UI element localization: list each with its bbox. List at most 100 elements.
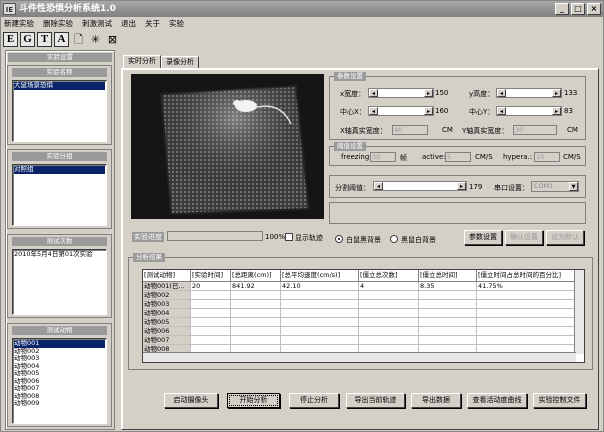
- table-cell: [191, 300, 231, 309]
- chevron-down-icon[interactable]: ▼: [569, 182, 578, 191]
- table-cell: [231, 291, 281, 300]
- test-animals-list[interactable]: 动物001 动物002 动物003 动物004 动物005 动物006 动物00…: [12, 338, 107, 424]
- export-data-button[interactable]: 导出数据: [411, 393, 461, 408]
- arena-video-image: [131, 74, 324, 219]
- segment-slider[interactable]: ◂ ▸: [373, 181, 467, 191]
- white-rat-black-bg-radio[interactable]: [335, 235, 343, 243]
- list-item[interactable]: 对照组: [14, 165, 105, 174]
- port-select[interactable]: COM1 ▼: [531, 181, 579, 192]
- column-header[interactable]: [僵立时间占总时间的百分比]: [477, 270, 576, 282]
- test-times-title: 测试次数: [12, 237, 107, 246]
- table-row[interactable]: 动物004: [143, 309, 584, 318]
- table-row[interactable]: 动物003: [143, 300, 584, 309]
- active-unit: CM/S: [475, 153, 493, 161]
- slider-left-icon[interactable]: ◂: [369, 89, 378, 97]
- menu-experiment[interactable]: 实验: [169, 17, 184, 31]
- menu-stimulus-test[interactable]: 刺激测试: [82, 17, 112, 31]
- slider-right-icon[interactable]: ▸: [457, 182, 466, 190]
- column-header[interactable]: [僵立总次数]: [359, 270, 419, 282]
- slider-right-icon[interactable]: ▸: [424, 89, 433, 97]
- slider-right-icon[interactable]: ▸: [552, 107, 561, 115]
- table-header: [测试动物] [实验时间] [总距离(cm)] [总平均速度(cm/s)] [僵…: [143, 270, 584, 282]
- table-cell: [419, 318, 477, 327]
- progress-fill: [168, 232, 262, 240]
- stop-analysis-button[interactable]: 停止分析: [289, 393, 339, 408]
- slider-left-icon[interactable]: ◂: [497, 107, 506, 115]
- list-item[interactable]: 大鼠场景恐惧: [14, 81, 105, 90]
- column-header[interactable]: [实验时间]: [191, 270, 231, 282]
- y-height-slider[interactable]: ◂ ▸: [496, 88, 562, 98]
- menu-about[interactable]: 关于: [145, 17, 160, 31]
- menu-exit[interactable]: 退出: [121, 17, 136, 31]
- column-header[interactable]: [总距离(cm)]: [231, 270, 281, 282]
- x-real-width-field[interactable]: 40: [392, 125, 428, 135]
- document-icon[interactable]: 🗋: [71, 32, 86, 47]
- black-rat-white-bg-radio[interactable]: [390, 235, 398, 243]
- start-analysis-button[interactable]: 开始分析: [227, 393, 280, 408]
- experiment-name-list[interactable]: 大鼠场景恐惧: [12, 80, 107, 142]
- slider-right-icon[interactable]: ▸: [424, 107, 433, 115]
- list-item[interactable]: 动物009: [14, 399, 105, 408]
- disabled-icon[interactable]: ⊠: [105, 32, 120, 47]
- table-cell: [359, 291, 419, 300]
- table-row[interactable]: 动物005: [143, 318, 584, 327]
- confirm-settings-button[interactable]: 确认设置: [505, 230, 543, 245]
- toolbar-g-button[interactable]: G: [20, 32, 35, 47]
- menu-delete-experiment[interactable]: 删除实验: [43, 17, 73, 31]
- table-row[interactable]: 动物007: [143, 336, 584, 345]
- slider-left-icon[interactable]: ◂: [374, 182, 383, 190]
- active-field[interactable]: 5: [445, 152, 471, 162]
- param-set-button[interactable]: 参数设置: [464, 230, 502, 245]
- port-label: 串口设置：: [494, 184, 529, 192]
- set-default-button[interactable]: 设为默认: [546, 230, 584, 245]
- tab-video-analysis[interactable]: 录像分析: [161, 56, 199, 68]
- vertical-scrollbar[interactable]: [574, 270, 584, 354]
- table-row[interactable]: 动物001(已... 20 841.92 42.10 4 8.35 41.75%: [143, 282, 584, 291]
- toolbar-e-button[interactable]: E: [3, 32, 18, 47]
- toolbar-t-button[interactable]: T: [37, 32, 52, 47]
- table-row[interactable]: 动物002: [143, 291, 584, 300]
- horizontal-scrollbar[interactable]: [143, 352, 576, 362]
- x-width-slider[interactable]: ◂ ▸: [368, 88, 434, 98]
- freezing-field[interactable]: 30: [370, 152, 396, 162]
- spider-icon[interactable]: ✳: [88, 32, 103, 47]
- table-cell: [191, 309, 231, 318]
- tab-realtime-analysis[interactable]: 实时分析: [123, 55, 161, 68]
- table-cell: [281, 327, 359, 336]
- test-times-list[interactable]: 2010年5月4日第01次实验: [12, 249, 107, 315]
- slider-left-icon[interactable]: ◂: [497, 89, 506, 97]
- table-row[interactable]: 动物006: [143, 327, 584, 336]
- hypera-field[interactable]: 10: [534, 152, 560, 162]
- table-cell: 动物001(已...: [143, 282, 191, 291]
- column-header[interactable]: [总平均速度(cm/s)]: [281, 270, 359, 282]
- table-cell: [191, 318, 231, 327]
- experiment-control-file-button[interactable]: 实验控制文件: [533, 393, 586, 408]
- column-header[interactable]: [僵立总时间]: [419, 270, 477, 282]
- y-height-value: 133: [564, 89, 578, 97]
- experiment-group-list[interactable]: 对照组: [12, 164, 107, 226]
- y-real-width-field[interactable]: 30: [513, 125, 557, 135]
- view-activity-curve-button[interactable]: 查看活动度曲线: [467, 393, 527, 408]
- threshold-title: 阈值设置: [334, 142, 366, 151]
- table-cell: [359, 327, 419, 336]
- table-cell: 41.75%: [477, 282, 576, 291]
- close-button[interactable]: ×: [587, 3, 601, 15]
- show-track-checkbox[interactable]: [285, 233, 293, 241]
- maximize-button[interactable]: □: [571, 3, 585, 15]
- table-cell: [231, 309, 281, 318]
- export-track-button[interactable]: 导出当前轨迹: [346, 393, 405, 408]
- table-cell: 4: [359, 282, 419, 291]
- white-rat-black-bg-label: 白鼠黑背景: [346, 236, 381, 244]
- toolbar-a-button[interactable]: A: [54, 32, 69, 47]
- column-header[interactable]: [测试动物]: [143, 270, 191, 282]
- center-y-slider[interactable]: ◂ ▸: [496, 106, 562, 116]
- minimize-button[interactable]: _: [555, 3, 569, 15]
- slider-left-icon[interactable]: ◂: [369, 107, 378, 115]
- start-camera-button[interactable]: 启动摄像头: [164, 393, 218, 408]
- center-x-slider[interactable]: ◂ ▸: [368, 106, 434, 116]
- list-item[interactable]: 2010年5月4日第01次实验: [14, 250, 105, 259]
- slider-right-icon[interactable]: ▸: [552, 89, 561, 97]
- table-cell: [231, 300, 281, 309]
- test-animals-title: 测试动物: [12, 326, 107, 335]
- menu-new-experiment[interactable]: 新建实验: [4, 17, 34, 31]
